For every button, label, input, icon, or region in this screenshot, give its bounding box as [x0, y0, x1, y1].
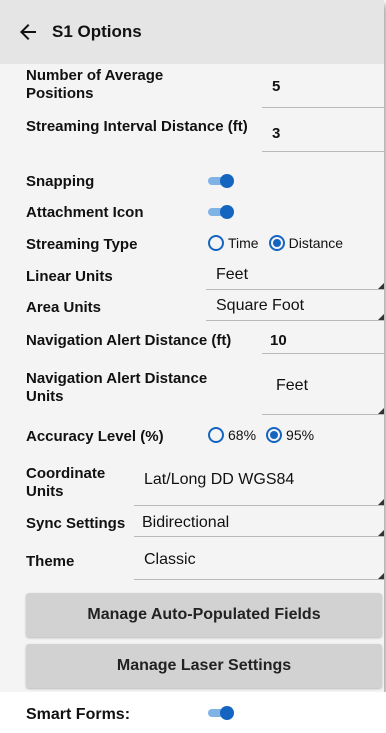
streaming-type-label: Streaming Type [26, 236, 138, 253]
smart-forms-label: Smart Forms: [26, 706, 131, 723]
area-units-select[interactable]: Square Foot [206, 293, 384, 321]
radio-time-label: Time [228, 235, 259, 251]
options-panel: S1 Options Number of Average Positions 5… [0, 0, 384, 692]
theme-label: Theme [26, 553, 75, 570]
accuracy-level-radio-group: 68% 95% [208, 427, 324, 443]
sync-settings-value: Bidirectional [142, 514, 230, 531]
manage-laser-settings-button[interactable]: Manage Laser Settings [26, 644, 382, 688]
area-units-label: Area Units [26, 299, 102, 316]
coordinate-units-label: Coordinate Units [26, 465, 106, 500]
accuracy-level-label: Accuracy Level (%) [26, 428, 164, 445]
linear-units-label: Linear Units [26, 268, 113, 285]
radio-68[interactable] [208, 427, 224, 443]
coordinate-units-select[interactable]: Lat/Long DD WGS84 [134, 458, 384, 506]
linear-units-value: Feet [216, 266, 249, 283]
radio-95-label: 95% [286, 427, 315, 443]
theme-value: Classic [144, 551, 196, 568]
snapping-toggle[interactable] [208, 174, 234, 188]
toggle-knob [220, 174, 234, 188]
dropdown-arrow-icon [378, 530, 384, 536]
avg-positions-value: 5 [272, 78, 281, 95]
manage-auto-populated-fields-button[interactable]: Manage Auto-Populated Fields [26, 593, 382, 637]
dropdown-arrow-icon [378, 573, 384, 579]
attachment-icon-toggle[interactable] [208, 205, 234, 219]
dropdown-arrow-icon [378, 408, 384, 414]
avg-positions-input[interactable]: 5 [262, 68, 384, 108]
radio-68-label: 68% [228, 427, 257, 443]
toggle-knob [220, 205, 234, 219]
radio-time[interactable] [208, 235, 224, 251]
nav-alert-distance-input[interactable]: 10 [262, 325, 384, 354]
linear-units-select[interactable]: Feet [206, 262, 384, 290]
arrow-left-icon[interactable] [10, 14, 46, 50]
smart-forms-toggle[interactable] [208, 706, 234, 720]
nav-alert-units-select[interactable]: Feet [262, 361, 384, 415]
radio-95[interactable] [266, 427, 283, 443]
attachment-icon-label: Attachment Icon [26, 204, 144, 221]
bottom-section: Smart Forms: [0, 692, 386, 733]
sync-settings-select[interactable]: Bidirectional [134, 511, 384, 537]
area-units-value: Square Foot [216, 297, 305, 314]
header-bar: S1 Options [0, 0, 384, 64]
streaming-type-radio-group: Time Distance [208, 235, 353, 251]
nav-alert-distance-label: Navigation Alert Distance (ft) [26, 332, 232, 349]
radio-distance[interactable] [268, 235, 285, 251]
coordinate-units-value: Lat/Long DD WGS84 [144, 471, 295, 488]
radio-distance-label: Distance [288, 235, 344, 251]
streaming-interval-label: Streaming Interval Distance (ft) [26, 118, 248, 135]
nav-alert-distance-value: 10 [270, 332, 287, 349]
dropdown-arrow-icon [378, 314, 384, 320]
sync-settings-label: Sync Settings [26, 515, 126, 532]
dropdown-arrow-icon [378, 499, 384, 505]
streaming-interval-value: 3 [272, 125, 281, 142]
snapping-label: Snapping [26, 173, 95, 190]
toggle-knob [220, 706, 234, 720]
page-title: S1 Options [52, 22, 142, 41]
nav-alert-units-label: Navigation Alert Distance Units [26, 370, 208, 405]
dropdown-arrow-icon [378, 283, 384, 289]
streaming-interval-input[interactable]: 3 [262, 112, 384, 152]
nav-alert-units-value: Feet [276, 377, 309, 394]
theme-select[interactable]: Classic [134, 541, 384, 580]
avg-positions-label: Number of Average Positions [26, 67, 164, 102]
